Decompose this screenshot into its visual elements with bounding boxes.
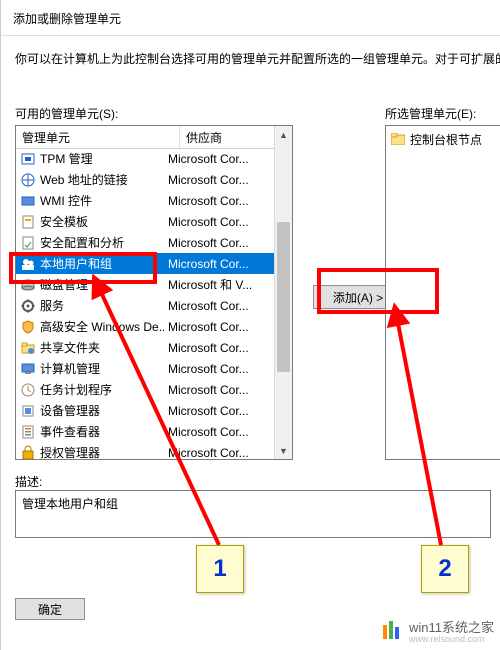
authmgr-icon: [20, 445, 36, 460]
scroll-up-button[interactable]: ▲: [275, 126, 292, 143]
annotation-step-1: 1: [196, 545, 244, 593]
disk-icon: [20, 277, 36, 293]
tpm-icon: [20, 151, 36, 167]
snapin-vendor: Microsoft Cor...: [164, 425, 274, 439]
console-root-node[interactable]: 控制台根节点: [390, 130, 500, 148]
folder-icon: [390, 131, 406, 147]
header-snapin[interactable]: 管理单元: [16, 126, 180, 148]
services-icon: [20, 298, 36, 314]
snapin-vendor: Microsoft Cor...: [164, 152, 274, 166]
dialog-instruction: 你可以在计算机上为此控制台选择可用的管理单元并配置所选的一组管理单元。对于可扩展…: [1, 36, 500, 71]
list-item[interactable]: 事件查看器 Microsoft Cor...: [16, 421, 275, 442]
snapin-vendor: Microsoft Cor...: [164, 194, 274, 208]
weblink-icon: [20, 172, 36, 188]
list-header: 管理单元 供应商: [16, 126, 292, 149]
defender-icon: [20, 319, 36, 335]
snapin-name: 磁盘管理: [40, 276, 88, 293]
list-item[interactable]: 授权管理器 Microsoft Cor...: [16, 442, 275, 459]
watermark-text: win11系统之家: [409, 621, 494, 635]
watermark-logo-icon: [383, 621, 405, 643]
scrollbar-vertical[interactable]: ▲ ▼: [274, 126, 292, 459]
sectmpl-icon: [20, 214, 36, 230]
snapin-name: 安全模板: [40, 213, 88, 230]
snapin-name: WMI 控件: [40, 192, 92, 209]
snapin-name: 计算机管理: [40, 360, 100, 377]
available-snapins-label: 可用的管理单元(S):: [15, 105, 118, 122]
snapin-vendor: Microsoft Cor...: [164, 446, 274, 460]
list-item[interactable]: Web 地址的链接 Microsoft Cor...: [16, 169, 275, 190]
snapin-vendor: Microsoft Cor...: [164, 215, 274, 229]
snapin-vendor: Microsoft Cor...: [164, 362, 274, 376]
snapin-vendor: Microsoft Cor...: [164, 236, 274, 250]
snapin-name: 本地用户和组: [40, 255, 112, 272]
list-item[interactable]: 共享文件夹 Microsoft Cor...: [16, 337, 275, 358]
root-node-label: 控制台根节点: [410, 131, 482, 148]
snapin-vendor: Microsoft Cor...: [164, 173, 274, 187]
watermark-url: www.relsound.com: [409, 635, 494, 644]
snapin-name: Web 地址的链接: [40, 171, 128, 188]
description-text: 管理本地用户和组: [22, 497, 118, 511]
snapin-name: 共享文件夹: [40, 339, 100, 356]
snapin-name: 授权管理器: [40, 444, 100, 459]
list-item[interactable]: 高级安全 Windows De...Microsoft Cor...: [16, 316, 275, 337]
selected-snapins-tree[interactable]: 控制台根节点: [385, 125, 500, 460]
secanal-icon: [20, 235, 36, 251]
wmi-icon: [20, 193, 36, 209]
snapin-vendor: Microsoft Cor...: [164, 404, 274, 418]
cmgmt-icon: [20, 361, 36, 377]
snapin-vendor: Microsoft Cor...: [164, 320, 274, 334]
share-icon: [20, 340, 36, 356]
annotation-step-2: 2: [421, 545, 469, 593]
list-item[interactable]: TPM 管理 Microsoft Cor...: [16, 148, 275, 169]
snapin-name: TPM 管理: [40, 150, 93, 167]
snapin-vendor: Microsoft Cor...: [164, 383, 274, 397]
users-icon: [20, 256, 36, 272]
devmgr-icon: [20, 403, 36, 419]
snapin-name: 服务: [40, 297, 64, 314]
tasks-icon: [20, 382, 36, 398]
snapin-vendor: Microsoft Cor...: [164, 341, 274, 355]
snapin-name: 设备管理器: [40, 402, 100, 419]
list-item[interactable]: 服务 Microsoft Cor...: [16, 295, 275, 316]
scroll-down-button[interactable]: ▼: [275, 442, 292, 459]
eventvwr-icon: [20, 424, 36, 440]
list-item[interactable]: 设备管理器 Microsoft Cor...: [16, 400, 275, 421]
snapin-vendor: Microsoft Cor...: [164, 299, 274, 313]
list-item[interactable]: WMI 控件 Microsoft Cor...: [16, 190, 275, 211]
ok-button[interactable]: 确定: [15, 598, 85, 620]
snapin-name: 任务计划程序: [40, 381, 112, 398]
dialog-title: 添加或删除管理单元: [1, 0, 500, 36]
list-item[interactable]: 计算机管理 Microsoft Cor...: [16, 358, 275, 379]
add-remove-snapin-dialog: 添加或删除管理单元 你可以在计算机上为此控制台选择可用的管理单元并配置所选的一组…: [0, 0, 500, 650]
list-item[interactable]: 安全模板 Microsoft Cor...: [16, 211, 275, 232]
scroll-thumb[interactable]: [277, 222, 290, 372]
list-item[interactable]: 任务计划程序 Microsoft Cor...: [16, 379, 275, 400]
snapin-name: 安全配置和分析: [40, 234, 124, 251]
list-item[interactable]: 安全配置和分析 Microsoft Cor...: [16, 232, 275, 253]
list-item[interactable]: 本地用户和组 Microsoft Cor...: [16, 253, 275, 274]
snapin-vendor: Microsoft Cor...: [164, 257, 274, 271]
snapin-name: 高级安全 Windows De...: [40, 318, 164, 335]
snapin-name: 事件查看器: [40, 423, 100, 440]
list-item[interactable]: 磁盘管理 Microsoft 和 V...: [16, 274, 275, 295]
snapin-vendor: Microsoft 和 V...: [164, 276, 274, 293]
available-snapins-list[interactable]: 管理单元 供应商 TPM 管理Microsoft Cor...Web 地址的链接…: [15, 125, 293, 460]
description-box: 管理本地用户和组: [15, 490, 491, 538]
watermark: win11系统之家 www.relsound.com: [383, 621, 494, 644]
selected-snapins-label: 所选管理单元(E):: [385, 105, 476, 122]
description-label: 描述:: [15, 473, 42, 490]
